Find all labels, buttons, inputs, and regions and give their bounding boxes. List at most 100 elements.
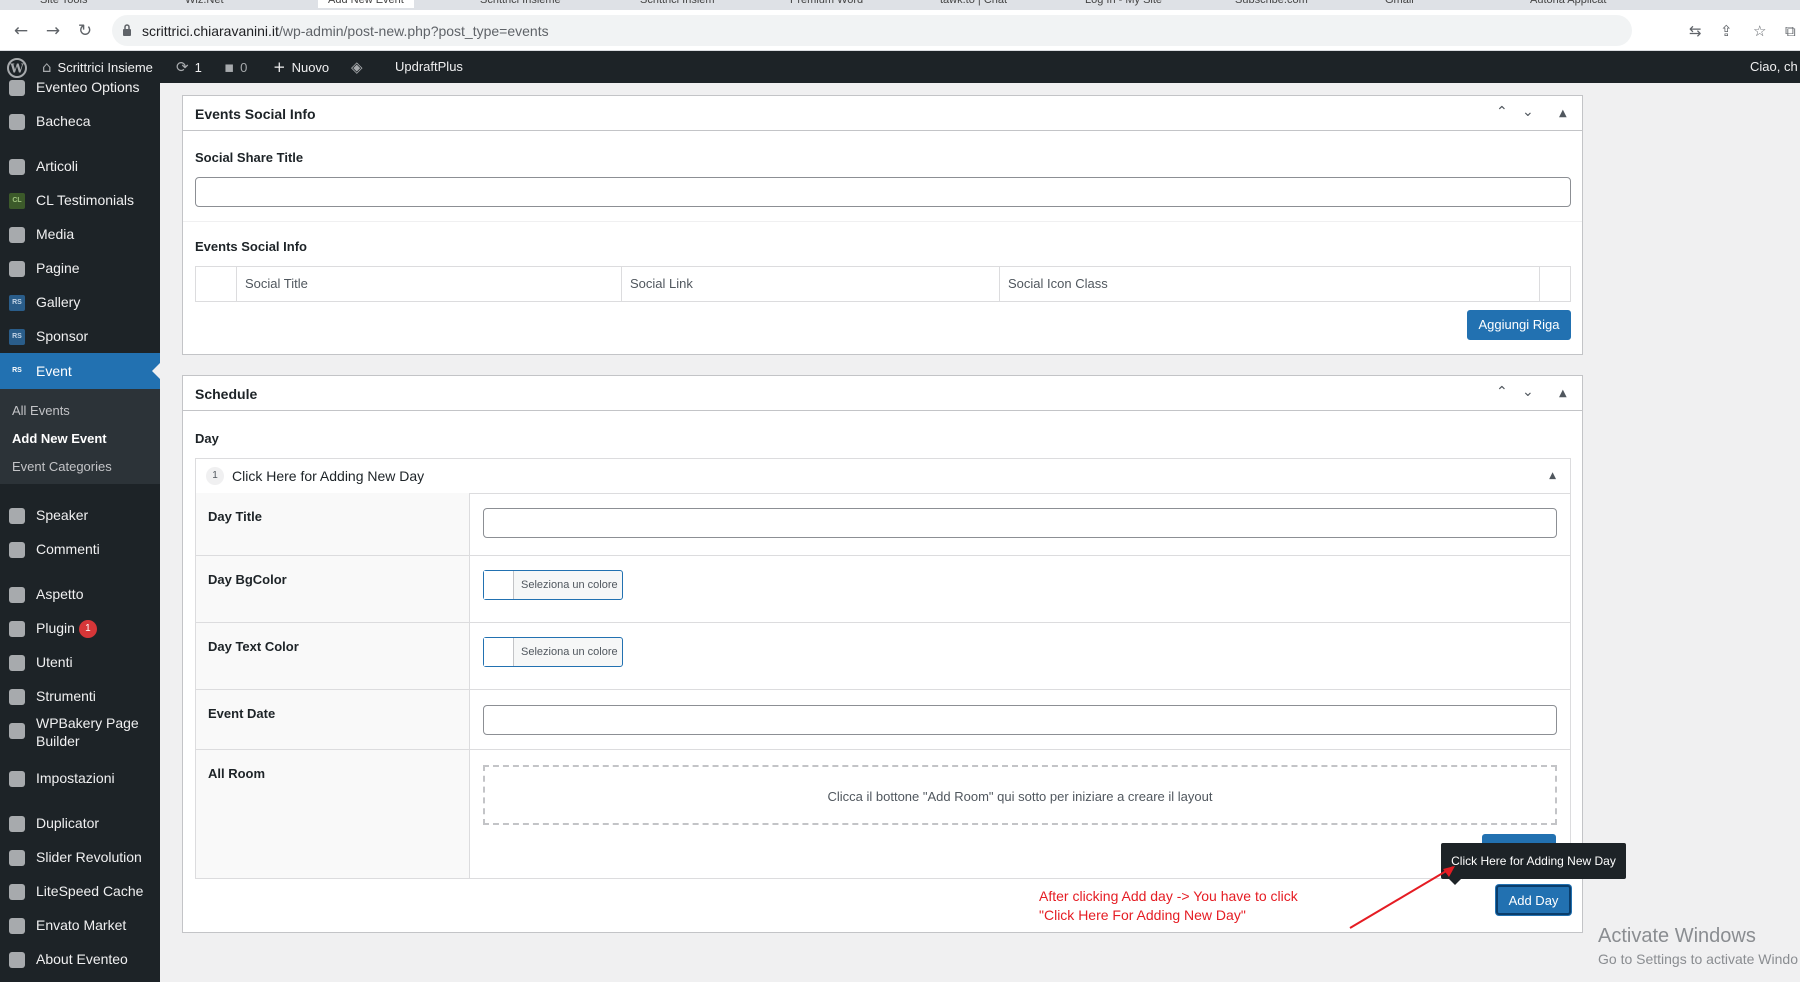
sidebar-item-commenti[interactable]: Commenti: [0, 535, 160, 563]
sidebar-item-media[interactable]: Media: [0, 220, 160, 248]
sidebar-item-plugin[interactable]: Plugin 1: [0, 614, 160, 642]
color-swatch: [484, 638, 514, 666]
divider: [183, 221, 1582, 222]
sidebar-item-bacheca[interactable]: Bacheca: [0, 107, 160, 135]
duplicator-icon: [9, 816, 25, 832]
updraftplus-link[interactable]: UpdraftPlus: [395, 51, 463, 83]
chevron-down-icon[interactable]: ⌄: [1522, 104, 1534, 120]
address-bar[interactable]: scrittrici.chiaravanini.it/wp-admin/post…: [112, 15, 1632, 46]
browser-tab[interactable]: Scrittrici Insieme: [480, 0, 561, 8]
chevron-up-icon[interactable]: ⌃: [1496, 104, 1508, 120]
new-content-link[interactable]: + Nuovo: [273, 51, 329, 83]
url-text: scrittrici.chiaravanini.it/wp-admin/post…: [142, 23, 549, 39]
plugin-icon: [9, 621, 25, 637]
day-title-input[interactable]: [483, 508, 1557, 538]
media-icon: [9, 227, 25, 243]
annotation-arrow-icon: [1349, 866, 1455, 929]
postbox-title: Schedule: [195, 386, 258, 402]
sidebar-item-sponsor[interactable]: RS Sponsor: [0, 322, 160, 350]
sidebar-item-strumenti[interactable]: Strumenti: [0, 682, 160, 710]
share-icon[interactable]: ⇪: [1720, 22, 1733, 40]
submenu-event-categories[interactable]: Event Categories: [12, 459, 112, 474]
comments-link[interactable]: ▪ 0: [224, 51, 247, 83]
sidebar-item-aspetto[interactable]: Aspetto: [0, 580, 160, 608]
sidebar-item-about-eventeo[interactable]: About Eventeo: [0, 945, 160, 973]
browser-tab[interactable]: Wiz.Net: [185, 0, 224, 8]
chevron-up-icon[interactable]: ⌃: [1496, 384, 1508, 400]
sidebar-item-utenti[interactable]: Utenti: [0, 648, 160, 676]
rs-icon: RS: [9, 295, 25, 311]
all-room-label: All Room: [208, 766, 266, 781]
sidebar-item-speaker[interactable]: Speaker: [0, 501, 160, 529]
sidebar-item-duplicator[interactable]: Duplicator: [0, 809, 160, 837]
forward-arrow-icon[interactable]: →: [42, 20, 64, 42]
color-picker-label: Seleziona un colore: [521, 646, 618, 658]
browser-tab-active[interactable]: Add New Event: [318, 0, 414, 8]
sidebar-item-envato-market[interactable]: Envato Market: [0, 911, 160, 939]
submenu-all-events[interactable]: All Events: [12, 403, 70, 418]
lock-icon: [123, 24, 131, 36]
rs-icon: RS: [9, 363, 25, 379]
page-icon: [9, 261, 25, 277]
sidebar-item-pagine[interactable]: Pagine: [0, 254, 160, 282]
browser-tab[interactable]: Scrittrici Insiem: [640, 0, 715, 8]
diamond-icon: [9, 884, 25, 900]
browser-tab[interactable]: Premium Word: [790, 0, 863, 8]
add-day-button[interactable]: Add Day: [1496, 885, 1571, 915]
gear-icon: [9, 80, 25, 96]
extensions-icon[interactable]: ⧉: [1785, 22, 1796, 40]
add-row-button[interactable]: Aggiungi Riga: [1467, 310, 1571, 340]
day-text-color-label: Day Text Color: [208, 639, 299, 654]
event-date-input[interactable]: [483, 705, 1557, 735]
annotation-line-2: "Click Here For Adding New Day": [1039, 907, 1246, 923]
field-row-day-text-color: Day Text Color Seleziona un colore: [196, 622, 1570, 689]
day-bgcolor-label: Day BgColor: [208, 572, 287, 587]
bookmark-star-icon[interactable]: ☆: [1753, 22, 1766, 40]
gear-icon: [9, 952, 25, 968]
chevron-down-icon[interactable]: ⌄: [1522, 384, 1534, 400]
comment-icon: [9, 542, 25, 558]
cloud-icon: [9, 723, 25, 739]
collapse-triangle-icon[interactable]: ▲: [1559, 388, 1567, 399]
day-bgcolor-picker-button[interactable]: Seleziona un colore: [483, 570, 623, 600]
account-greeting[interactable]: Ciao, ch: [1750, 51, 1798, 83]
sidebar-item-wpbakery[interactable]: WPBakery Page Builder: [0, 710, 160, 754]
collapse-triangle-icon[interactable]: ▲: [1549, 471, 1556, 481]
translate-icon[interactable]: ⇆: [1689, 22, 1702, 40]
plugin-update-badge: 1: [78, 620, 97, 639]
color-picker-label: Seleziona un colore: [521, 579, 618, 591]
browser-tab[interactable]: Autoria Applicat: [1530, 0, 1606, 8]
annotation-line-1: After clicking Add day -> You have to cl…: [1039, 888, 1298, 904]
day-text-color-picker-button[interactable]: Seleziona un colore: [483, 637, 623, 667]
browser-tab[interactable]: tawk.to | Chat: [940, 0, 1007, 8]
sidebar-item-impostazioni[interactable]: Impostazioni: [0, 764, 160, 792]
sidebar-item-eventeo-options[interactable]: Eventeo Options: [0, 73, 160, 101]
updates-link[interactable]: ⟳ 1: [176, 51, 202, 83]
add-new-day-accordion-header[interactable]: 1 Click Here for Adding New Day ▲: [195, 458, 1571, 494]
sidebar-item-slider-revolution[interactable]: Slider Revolution: [0, 843, 160, 871]
add-day-tooltip: Click Here for Adding New Day: [1441, 843, 1626, 879]
brush-icon: [9, 587, 25, 603]
collapse-triangle-icon[interactable]: ▲: [1559, 108, 1567, 119]
sidebar-item-cl-testimonials[interactable]: CL CL Testimonials: [0, 186, 160, 214]
browser-tab[interactable]: Subscribe.com: [1235, 0, 1308, 8]
column-header-social-icon-class: Social Icon Class: [1000, 267, 1540, 301]
browser-tab[interactable]: Log In - My Site: [1085, 0, 1162, 8]
reload-icon[interactable]: ↻: [74, 20, 96, 42]
sidebar-item-gallery[interactable]: RS Gallery: [0, 288, 160, 316]
pin-icon: [9, 159, 25, 175]
updraftplus-icon[interactable]: ◈: [351, 51, 369, 83]
browser-tab[interactable]: Site Tools: [40, 0, 88, 8]
submenu-add-new-event[interactable]: Add New Event: [12, 431, 107, 446]
back-arrow-icon[interactable]: ←: [10, 20, 32, 42]
sidebar-item-articoli[interactable]: Articoli: [0, 152, 160, 180]
accordion-number: 1: [206, 467, 224, 485]
postbox-header: Schedule ⌃ ⌄ ▲: [183, 376, 1582, 411]
browser-tab[interactable]: Gmail: [1385, 0, 1414, 8]
sidebar-item-event[interactable]: RS Event: [0, 353, 160, 389]
social-share-title-input[interactable]: [195, 177, 1571, 207]
accordion-title: Click Here for Adding New Day: [232, 468, 425, 484]
sidebar-item-litespeed-cache[interactable]: LiteSpeed Cache: [0, 877, 160, 905]
schedule-box: Schedule ⌃ ⌄ ▲ Day 1 Click Here for Addi…: [182, 375, 1583, 933]
field-row-day-bgcolor: Day BgColor Seleziona un colore: [196, 555, 1570, 622]
